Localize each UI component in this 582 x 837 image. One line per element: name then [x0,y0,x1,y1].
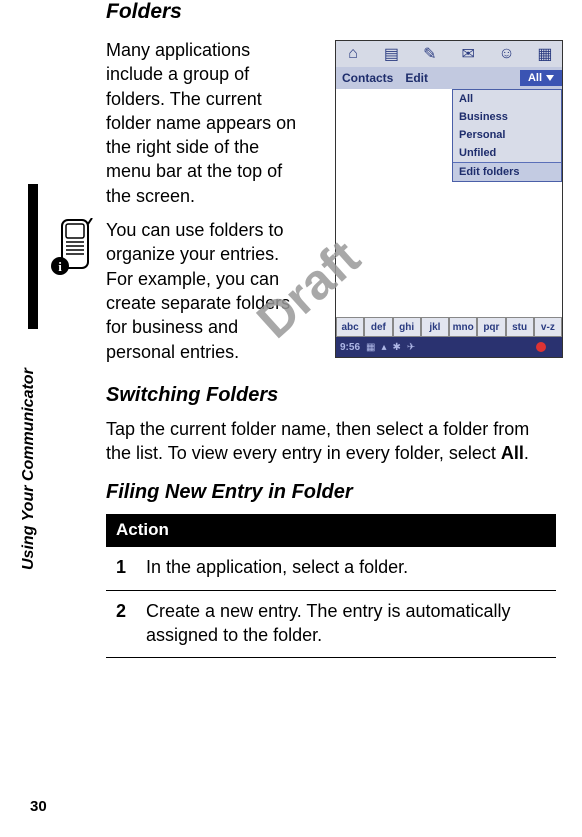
book-icon[interactable]: ▤ [380,45,402,63]
row-num: 1 [106,547,136,590]
para-switching: Tap the current folder name, then select… [106,417,556,466]
shot-keyboard: abc def ghi jkl mno pqr stu v-z [336,317,562,337]
para-switching-a: Tap the current folder name, then select… [106,419,529,463]
para-intro: Many applications include a group of fol… [106,38,306,208]
dropdown-item-business[interactable]: Business [453,108,561,126]
dropdown-item-all[interactable]: All [453,90,561,108]
info-phone-icon: i [48,218,100,278]
para-switching-all: All [501,443,524,463]
kb-key[interactable]: ghi [393,317,421,337]
dropdown-item-personal[interactable]: Personal [453,126,561,144]
kb-key[interactable]: abc [336,317,364,337]
note-icon[interactable]: ✎ [419,45,441,63]
grid-icon[interactable]: ▦ [534,45,556,63]
action-table: Action 1 In the application, select a fo… [106,514,556,658]
row-text: In the application, select a folder. [136,547,556,590]
page-number: 30 [30,798,47,815]
mail-icon[interactable]: ✉ [457,45,479,63]
chevron-down-icon [546,75,554,81]
menubar-contacts[interactable]: Contacts [342,71,393,85]
kb-key[interactable]: def [364,317,392,337]
para-organize: You can use folders to organize your ent… [106,218,306,364]
heading-filing: Filing New Entry in Folder [106,481,546,504]
section-tab [28,184,38,329]
table-row: 2 Create a new entry. The entry is autom… [106,590,556,658]
status-record-icon [536,342,546,352]
folder-dropdown: All Business Personal Unfiled Edit folde… [452,89,562,182]
row-num: 2 [106,590,136,658]
device-screenshot: ⌂ ▤ ✎ ✉ ☺ ▦ Contacts Edit All All Busine… [335,40,563,358]
status-signal-icon: ▴ [381,342,386,353]
heading-switching: Switching Folders [106,384,546,407]
menubar-edit[interactable]: Edit [405,71,428,85]
row-text: Create a new entry. The entry is automat… [136,590,556,658]
heading-folders: Folders [106,0,546,24]
people-icon[interactable]: ☺ [496,45,518,63]
kb-key[interactable]: jkl [421,317,449,337]
home-icon[interactable]: ⌂ [342,45,364,63]
status-bt-icon: ✱ [393,342,401,353]
kb-key[interactable]: pqr [477,317,505,337]
status-kbd-icon: ▦ [366,342,375,353]
folder-selector-label: All [528,72,542,84]
shot-status-bar: 9:56 ▦ ▴ ✱ ✈ [336,337,562,357]
status-plane-icon: ✈ [407,342,415,353]
kb-key[interactable]: mno [449,317,477,337]
action-header: Action [106,514,556,547]
svg-text:i: i [58,259,62,274]
shot-menubar: Contacts Edit All [336,67,562,89]
dropdown-item-edit-folders[interactable]: Edit folders [453,162,561,181]
kb-key[interactable]: stu [506,317,534,337]
shot-body: All Business Personal Unfiled Edit folde… [336,89,562,317]
folder-selector-all[interactable]: All [520,70,562,86]
dropdown-item-unfiled[interactable]: Unfiled [453,144,561,162]
section-label: Using Your Communicator [20,368,38,570]
para-switching-c: . [524,443,529,463]
shot-top-icons: ⌂ ▤ ✎ ✉ ☺ ▦ [336,41,562,67]
status-time: 9:56 [340,342,360,353]
table-row: 1 In the application, select a folder. [106,547,556,590]
kb-key[interactable]: v-z [534,317,562,337]
